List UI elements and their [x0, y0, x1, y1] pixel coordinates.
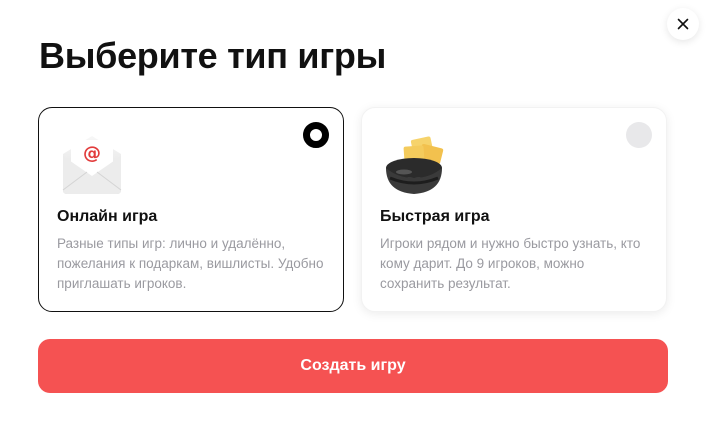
close-icon: [677, 18, 689, 30]
radio-quick[interactable]: [626, 122, 652, 148]
svg-text:@: @: [83, 143, 101, 164]
radio-online[interactable]: [303, 122, 329, 148]
game-type-card-online[interactable]: @ Онлайн игра Разные типы игр: лично и у…: [38, 107, 344, 312]
page-title: Выберите тип игры: [39, 35, 387, 76]
card-description-quick: Игроки рядом и нужно быстро узнать, кто …: [380, 236, 641, 291]
game-type-card-quick[interactable]: Быстрая игра Игроки рядом и нужно быстро…: [361, 107, 667, 312]
card-description-online: Разные типы игр: лично и удалённо, пожел…: [57, 236, 324, 291]
close-button[interactable]: [667, 8, 699, 40]
card-title-online: Онлайн игра: [57, 208, 158, 225]
card-title-quick: Быстрая игра: [380, 208, 490, 225]
hat-with-papers-icon: [386, 136, 444, 194]
envelope-at-icon: @: [62, 136, 122, 194]
create-game-button[interactable]: Создать игру: [38, 339, 668, 393]
